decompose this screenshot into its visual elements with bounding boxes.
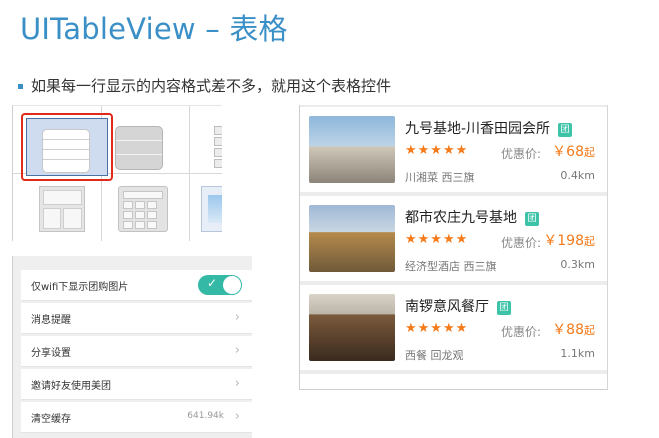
settings-table: 仅wifi下显示团购图片 ✓ 消息提醒 › 分享设置 › 邀请好友使用美团 › … xyxy=(12,256,252,438)
listing-category: 川湘菜 西三旗 xyxy=(405,171,475,184)
collection-view-icon[interactable] xyxy=(39,186,85,232)
slide-title: UITableView – 表格 xyxy=(20,12,288,46)
grid-view-icon[interactable] xyxy=(201,126,222,168)
toggle-knob xyxy=(223,276,241,294)
price-value: ￥68 xyxy=(552,144,584,160)
listing-distance: 0.3km xyxy=(560,258,595,271)
settings-row-label: 清空缓存 xyxy=(31,414,71,425)
settings-row-label: 邀请好友使用美团 xyxy=(31,381,111,392)
group-buy-badge: 团 xyxy=(525,212,539,226)
settings-row-label: 仅wifi下显示团购图片 xyxy=(31,282,129,293)
group-buy-badge: 团 xyxy=(497,301,511,315)
chevron-right-icon: › xyxy=(234,409,240,424)
bullet-point: 如果每一行显示的内容格式差不多，就用这个表格控件 xyxy=(18,75,391,96)
listing-category: 西餐 回龙观 xyxy=(405,349,464,362)
settings-row-invite[interactable]: 邀请好友使用美团 › xyxy=(21,369,252,400)
settings-row-label: 分享设置 xyxy=(31,348,71,359)
cache-size: 641.94k xyxy=(187,411,224,421)
settings-row-clear-cache[interactable]: 清空缓存 641.94k › xyxy=(21,402,252,433)
check-icon: ✓ xyxy=(207,276,218,290)
listing-name: 都市农庄九号基地 xyxy=(405,210,517,226)
price-unit: 起 xyxy=(584,146,595,159)
bullet-text: 如果每一行显示的内容格式差不多，就用这个表格控件 xyxy=(31,77,392,95)
wifi-images-toggle[interactable]: ✓ xyxy=(198,275,242,295)
restaurant-photo xyxy=(309,294,395,361)
listing-distance: 0.4km xyxy=(560,169,595,182)
table-view-icon xyxy=(42,129,90,173)
view-style-picker xyxy=(12,105,222,241)
rating-stars: ★★★★★ xyxy=(405,321,469,336)
restaurant-photo xyxy=(309,116,395,183)
price-label: 优惠价: xyxy=(501,147,542,161)
listing-category: 经济型酒店 西三旗 xyxy=(405,260,497,273)
settings-row-notifications[interactable]: 消息提醒 › xyxy=(21,303,252,334)
chevron-right-icon: › xyxy=(234,343,240,358)
listing-name: 九号基地-川香田园会所 xyxy=(405,121,551,137)
list-item[interactable]: 都市农庄九号基地团 ★★★★★ 优惠价: ￥198起 经济型酒店 西三旗 0.3… xyxy=(300,196,607,281)
settings-row-share[interactable]: 分享设置 › xyxy=(21,336,252,367)
bullet-icon xyxy=(18,84,23,89)
rating-stars: ★★★★★ xyxy=(405,232,469,247)
image-view-icon[interactable] xyxy=(201,186,222,232)
list-item[interactable] xyxy=(300,374,607,389)
price-label: 优惠价: xyxy=(501,325,542,339)
price-unit: 起 xyxy=(584,235,595,248)
price-label: 优惠价: xyxy=(501,236,542,250)
price-value: ￥198 xyxy=(543,233,584,249)
price-value: ￥88 xyxy=(552,322,584,338)
listing-name: 南锣意风餐厅 xyxy=(405,299,489,315)
chevron-right-icon: › xyxy=(234,376,240,391)
chevron-right-icon: › xyxy=(234,310,240,325)
rating-stars: ★★★★★ xyxy=(405,143,469,158)
divider xyxy=(189,106,190,241)
list-item[interactable]: 南锣意风餐厅团 ★★★★★ 优惠价: ￥88起 西餐 回龙观 1.1km xyxy=(300,285,607,370)
listing-distance: 1.1km xyxy=(560,347,595,360)
settings-row-wifi-images[interactable]: 仅wifi下显示团购图片 ✓ xyxy=(21,270,252,301)
calculator-icon[interactable] xyxy=(118,186,168,232)
grouped-table-icon[interactable] xyxy=(115,126,163,170)
settings-row-label: 消息提醒 xyxy=(31,315,71,326)
table-view-option-selected[interactable] xyxy=(21,113,113,181)
deals-table: 九号基地-川香田园会所团 ★★★★★ 优惠价: ￥68起 川湘菜 西三旗 0.4… xyxy=(299,105,608,390)
price-unit: 起 xyxy=(584,324,595,337)
list-item[interactable]: 九号基地-川香田园会所团 ★★★★★ 优惠价: ￥68起 川湘菜 西三旗 0.4… xyxy=(300,107,607,192)
group-buy-badge: 团 xyxy=(558,123,573,137)
restaurant-photo xyxy=(309,205,395,272)
